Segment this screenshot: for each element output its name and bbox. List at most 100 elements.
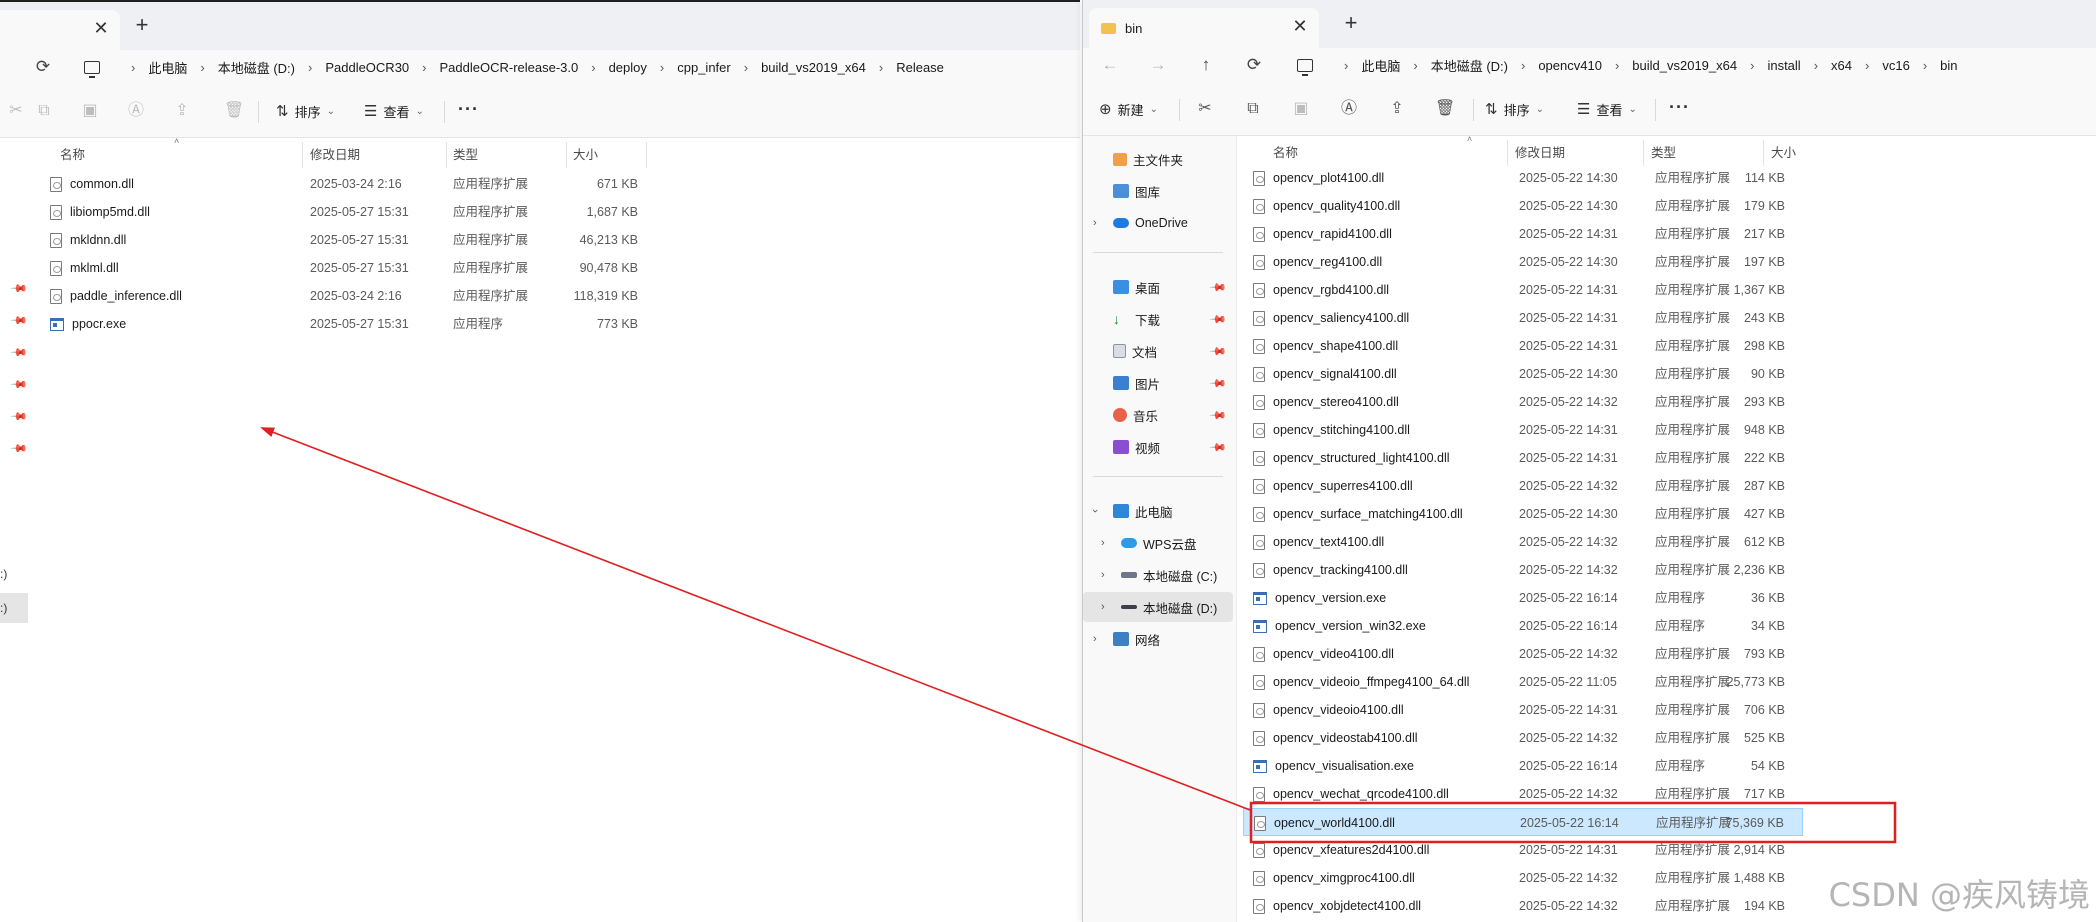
column-date[interactable]: 修改日期 xyxy=(1515,142,1565,164)
pin-icon[interactable]: 📌 xyxy=(1209,374,1228,392)
pin-icon[interactable]: 📌 xyxy=(1209,438,1228,456)
file-row[interactable]: opencv_reg4100.dll 2025-05-22 14:30 应用程序扩展… xyxy=(1243,248,1803,276)
file-row[interactable]: opencv_structured_light4100.dll 2025-05-2… xyxy=(1243,444,1803,472)
breadcrumb-separator-icon[interactable]: › xyxy=(1854,58,1880,73)
more-options-button[interactable]: ··· xyxy=(1669,97,1690,118)
cut-icon[interactable]: ✂ xyxy=(6,101,26,121)
column-divider[interactable] xyxy=(1763,140,1764,166)
file-row[interactable]: opencv_videostab4100.dll 2025-05-22 14:32… xyxy=(1243,724,1803,752)
file-row[interactable]: opencv_surface_matching4100.dll 2025-05-2… xyxy=(1243,500,1803,528)
pin-icon[interactable]: 📌 xyxy=(9,407,28,426)
new-tab-button[interactable]: + xyxy=(1339,12,1363,36)
new-tab-button[interactable]: + xyxy=(130,14,154,38)
breadcrumb-separator-icon[interactable]: › xyxy=(1402,58,1428,73)
file-row[interactable]: opencv_version_win32.exe 2025-05-22 16:14… xyxy=(1243,612,1803,640)
file-row[interactable]: opencv_quality4100.dll 2025-05-22 14:30 应用… xyxy=(1243,192,1803,220)
nav-item-downloads[interactable]: ↓ 下载 📌 xyxy=(1083,304,1233,334)
nav-item-drive-c[interactable]: › 本地磁盘 (C:) xyxy=(1083,560,1233,590)
sort-button[interactable]: ⇅ 排序 ⌄ xyxy=(1485,97,1544,121)
breadcrumb-item[interactable]: PaddleOCR30 xyxy=(323,60,411,75)
pin-icon[interactable]: 📌 xyxy=(1209,278,1228,296)
breadcrumb-item[interactable]: 本地磁盘 (D:) xyxy=(1429,56,1510,75)
pin-icon[interactable]: 📌 xyxy=(1209,342,1228,360)
column-name[interactable]: 名称 xyxy=(1273,142,1298,164)
column-divider[interactable] xyxy=(446,142,447,168)
file-row[interactable]: opencv_wechat_qrcode4100.dll 2025-05-22 1… xyxy=(1243,780,1803,808)
file-row[interactable]: opencv_rapid4100.dll 2025-05-22 14:31 应用程序… xyxy=(1243,220,1803,248)
left-tab[interactable]: ✕ xyxy=(0,10,120,50)
column-divider[interactable] xyxy=(302,142,303,168)
pin-icon[interactable]: 📌 xyxy=(1209,406,1228,424)
breadcrumb-item[interactable]: x64 xyxy=(1829,58,1854,73)
nav-item-gallery[interactable]: 图库 xyxy=(1083,176,1233,206)
more-options-button[interactable]: ··· xyxy=(458,99,479,120)
file-row[interactable]: opencv_xfeatures2d4100.dll 2025-05-22 14:… xyxy=(1243,836,1803,864)
breadcrumb-separator-icon[interactable]: › xyxy=(733,60,759,75)
breadcrumb-separator-icon[interactable]: › xyxy=(1510,58,1536,73)
nav-item-pictures[interactable]: 图片 📌 xyxy=(1083,368,1233,398)
cut-icon[interactable]: ✂ xyxy=(1195,99,1215,119)
breadcrumb-separator-icon[interactable]: › xyxy=(1333,58,1359,73)
copy-icon[interactable]: ⧉ xyxy=(34,101,54,121)
chevron-right-icon[interactable]: › xyxy=(1101,601,1105,613)
file-row[interactable]: opencv_video4100.dll 2025-05-22 14:32 应用程序… xyxy=(1243,640,1803,668)
breadcrumb-separator-icon[interactable]: › xyxy=(120,60,146,75)
nav-item-home[interactable]: 主文件夹 xyxy=(1083,144,1233,174)
file-row[interactable]: opencv_text4100.dll 2025-05-22 14:32 应用程序扩… xyxy=(1243,528,1803,556)
breadcrumb-separator-icon[interactable]: › xyxy=(189,60,215,75)
file-row[interactable]: paddle_inference.dll 2025-03-24 2:16 应用程序扩… xyxy=(30,282,650,310)
breadcrumb-item[interactable]: 本地磁盘 (D:) xyxy=(216,58,297,77)
breadcrumb-item[interactable]: install xyxy=(1765,58,1802,73)
share-icon[interactable]: ⇪ xyxy=(1387,99,1407,119)
breadcrumb-item[interactable]: 此电脑 xyxy=(1359,56,1402,75)
delete-icon[interactable]: 🗑 xyxy=(224,101,244,121)
breadcrumb-separator-icon[interactable]: › xyxy=(297,60,323,75)
nav-item-music[interactable]: 音乐 📌 xyxy=(1083,400,1233,430)
column-divider[interactable] xyxy=(1643,140,1644,166)
file-row[interactable]: opencv_visualisation.exe 2025-05-22 16:14… xyxy=(1243,752,1803,780)
breadcrumb-separator-icon[interactable]: › xyxy=(649,60,675,75)
copy-icon[interactable]: ⧉ xyxy=(1243,99,1263,119)
column-divider[interactable] xyxy=(566,142,567,168)
pin-icon[interactable]: 📌 xyxy=(9,279,28,298)
breadcrumb-separator-icon[interactable]: › xyxy=(1912,58,1938,73)
breadcrumb-item[interactable]: Release xyxy=(894,60,946,75)
column-size[interactable]: 大小 xyxy=(573,144,598,166)
breadcrumb-separator-icon[interactable]: › xyxy=(1739,58,1765,73)
up-arrow-icon[interactable]: ↑ xyxy=(1195,54,1217,76)
breadcrumb-separator-icon[interactable]: › xyxy=(1604,58,1630,73)
delete-icon[interactable]: 🗑 xyxy=(1435,99,1455,119)
rename-icon[interactable]: Ⓐ xyxy=(126,101,146,121)
close-icon[interactable]: ✕ xyxy=(1291,17,1309,36)
forward-arrow-icon[interactable]: → xyxy=(1147,54,1169,76)
breadcrumb-item[interactable]: bin xyxy=(1938,58,1959,73)
nav-item-desktop[interactable]: 桌面 📌 xyxy=(1083,272,1233,302)
breadcrumb-separator-icon[interactable]: › xyxy=(580,60,606,75)
breadcrumb-item[interactable]: deploy xyxy=(607,60,649,75)
breadcrumb-separator-icon[interactable]: › xyxy=(1803,58,1829,73)
breadcrumb-item[interactable]: build_vs2019_x64 xyxy=(1630,58,1739,73)
breadcrumb-item[interactable]: vc16 xyxy=(1880,58,1911,73)
column-size[interactable]: 大小 xyxy=(1771,142,1796,164)
column-name[interactable]: 名称 xyxy=(60,144,85,166)
rename-icon[interactable]: Ⓐ xyxy=(1339,99,1359,119)
tab-bin[interactable]: bin ✕ xyxy=(1089,8,1319,48)
nav-item-this-pc[interactable]: › 此电脑 xyxy=(1083,496,1233,526)
chevron-right-icon[interactable]: › xyxy=(1093,217,1097,229)
breadcrumb[interactable]: › 此电脑 › 本地磁盘 (D:) › PaddleOCR30 › PaddleOCR-rel… xyxy=(84,52,946,82)
file-row[interactable]: opencv_ximgproc4100.dll 2025-05-22 14:32 应… xyxy=(1243,864,1803,892)
file-row[interactable]: opencv_superres4100.dll 2025-05-22 14:32 应… xyxy=(1243,472,1803,500)
breadcrumb-item[interactable]: PaddleOCR-release-3.0 xyxy=(438,60,581,75)
file-row[interactable]: common.dll 2025-03-24 2:16 应用程序扩展 671 KB xyxy=(30,170,650,198)
refresh-icon[interactable]: ⟳ xyxy=(32,56,54,78)
nav-item-videos[interactable]: 视频 📌 xyxy=(1083,432,1233,462)
column-type[interactable]: 类型 xyxy=(1651,142,1676,164)
file-row[interactable]: mklml.dll 2025-05-27 15:31 应用程序扩展 90,478 KB xyxy=(30,254,650,282)
breadcrumb[interactable]: › 此电脑 › 本地磁盘 (D:) › opencv410 › build_vs2019_x6… xyxy=(1297,50,1960,80)
breadcrumb-item[interactable]: opencv410 xyxy=(1536,58,1604,73)
refresh-icon[interactable]: ⟳ xyxy=(1243,54,1265,76)
file-row[interactable]: opencv_rgbd4100.dll 2025-05-22 14:31 应用程序扩… xyxy=(1243,276,1803,304)
breadcrumb-separator-icon[interactable]: › xyxy=(868,60,894,75)
file-row-selected[interactable]: opencv_world4100.dll 2025-05-22 16:14 应用程序… xyxy=(1243,808,1803,836)
share-icon[interactable]: ⇪ xyxy=(172,101,192,121)
